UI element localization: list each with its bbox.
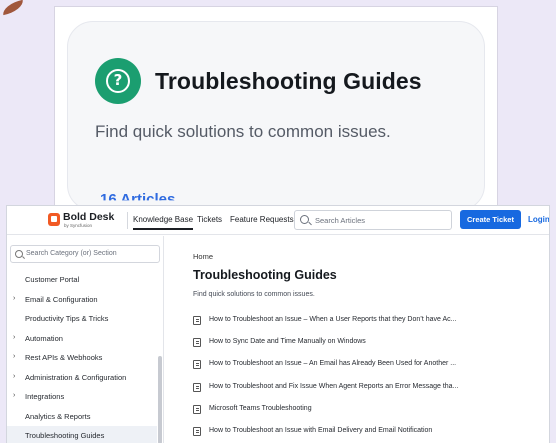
knowledge-base-window: Bold Desk by Syncfusion Knowledge Base T… bbox=[6, 205, 550, 443]
nav-feature-requests[interactable]: Feature Requests bbox=[230, 215, 294, 224]
sidebar-item-label: Analytics & Reports bbox=[25, 411, 91, 421]
article-list-item[interactable]: How to Sync Date and Time Manually on Wi… bbox=[193, 336, 548, 350]
sidebar-item-label: Customer Portal bbox=[25, 275, 80, 284]
sidebar-item[interactable]: Productivity Tips & Tricks bbox=[7, 309, 157, 328]
zoomed-card-subtitle: Find quick solutions to common issues. bbox=[95, 122, 391, 141]
sidebar-item[interactable]: › Email & Configuration bbox=[7, 290, 157, 309]
category-search-input[interactable]: Search Category (or) Section bbox=[10, 245, 160, 263]
main-content: Home Troubleshooting Guides Find quick s… bbox=[165, 236, 549, 443]
sidebar-scrollbar[interactable] bbox=[158, 356, 162, 443]
boldesk-logo-icon[interactable] bbox=[48, 213, 60, 226]
sidebar-item[interactable]: › Automation bbox=[7, 329, 157, 348]
category-sidebar: Search Category (or) Section Customer Po… bbox=[7, 236, 164, 443]
sidebar-item[interactable]: › Administration & Configuration bbox=[7, 368, 157, 387]
sidebar-item-label: Integrations bbox=[25, 392, 65, 401]
brand-name[interactable]: Bold Desk bbox=[63, 211, 114, 223]
sidebar-item-label: Troubleshooting Guides bbox=[25, 431, 105, 440]
category-search-placeholder: Search Category (or) Section bbox=[26, 250, 117, 257]
brand-subtext: by Syncfusion bbox=[64, 223, 93, 228]
article-list-item[interactable]: Microsoft Teams Troubleshooting bbox=[193, 403, 548, 417]
article-title[interactable]: How to Troubleshoot an Issue – An Email … bbox=[209, 360, 456, 367]
search-placeholder: Search Articles bbox=[315, 216, 366, 225]
document-icon bbox=[193, 338, 201, 348]
sidebar-item[interactable]: › Rest APIs & Webhooks bbox=[7, 348, 157, 367]
sidebar-item[interactable]: Customer Portal bbox=[7, 270, 157, 289]
top-navbar: Bold Desk by Syncfusion Knowledge Base T… bbox=[7, 206, 549, 235]
article-list-item[interactable]: How to Troubleshoot an Issue – When a Us… bbox=[193, 314, 548, 328]
nav-divider bbox=[127, 212, 128, 229]
sidebar-item[interactable]: Troubleshooting Guides bbox=[7, 426, 157, 443]
sidebar-item-label: Email & Configuration bbox=[25, 294, 98, 304]
sidebar-item-label: Automation bbox=[25, 333, 63, 343]
chevron-right-icon[interactable]: › bbox=[13, 295, 15, 302]
sidebar-item-label: Administration & Configuration bbox=[25, 372, 127, 382]
question-circle-icon: ? bbox=[95, 58, 141, 104]
decorative-leaf bbox=[1, 0, 25, 16]
article-search-input[interactable]: Search Articles bbox=[294, 210, 452, 230]
page-title: Troubleshooting Guides bbox=[193, 268, 337, 282]
article-title[interactable]: Microsoft Teams Troubleshooting bbox=[209, 405, 312, 412]
chevron-right-icon[interactable]: › bbox=[13, 373, 15, 380]
sidebar-item[interactable]: Analytics & Reports bbox=[7, 407, 157, 426]
chevron-right-icon[interactable]: › bbox=[13, 353, 15, 360]
create-ticket-button[interactable]: Create Ticket bbox=[460, 210, 521, 229]
document-icon bbox=[193, 360, 201, 370]
chevron-right-icon[interactable]: › bbox=[13, 392, 15, 399]
document-icon bbox=[193, 427, 201, 436]
article-list-item[interactable]: How to Troubleshoot an Issue with Email … bbox=[193, 425, 548, 439]
article-list-item[interactable]: How to Troubleshoot and Fix Issue When A… bbox=[193, 381, 548, 395]
article-title[interactable]: How to Troubleshoot and Fix Issue When A… bbox=[209, 383, 458, 390]
search-icon bbox=[300, 215, 309, 224]
article-list-item[interactable]: How to Troubleshoot an Issue – An Email … bbox=[193, 358, 548, 372]
article-title[interactable]: How to Troubleshoot an Issue – When a Us… bbox=[209, 316, 456, 323]
search-icon bbox=[15, 250, 23, 258]
document-icon bbox=[193, 382, 201, 392]
article-title[interactable]: How to Troubleshoot an Issue with Email … bbox=[209, 427, 432, 434]
sidebar-item-label: Productivity Tips & Tricks bbox=[25, 314, 109, 323]
breadcrumb-home[interactable]: Home bbox=[193, 252, 213, 261]
sidebar-item-label: Rest APIs & Webhooks bbox=[25, 353, 103, 362]
chevron-right-icon[interactable]: › bbox=[13, 334, 15, 341]
nav-knowledge-base[interactable]: Knowledge Base bbox=[133, 215, 194, 230]
page-description: Find quick solutions to common issues. bbox=[193, 291, 315, 298]
document-icon bbox=[193, 316, 201, 325]
zoomed-card-title: Troubleshooting Guides bbox=[155, 68, 422, 94]
document-icon bbox=[193, 404, 201, 414]
login-link[interactable]: Login bbox=[528, 215, 549, 224]
sidebar-item[interactable]: › Integrations bbox=[7, 387, 157, 406]
article-title[interactable]: How to Sync Date and Time Manually on Wi… bbox=[209, 338, 366, 345]
nav-tickets[interactable]: Tickets bbox=[197, 215, 222, 224]
zoomed-category-card bbox=[67, 21, 485, 211]
